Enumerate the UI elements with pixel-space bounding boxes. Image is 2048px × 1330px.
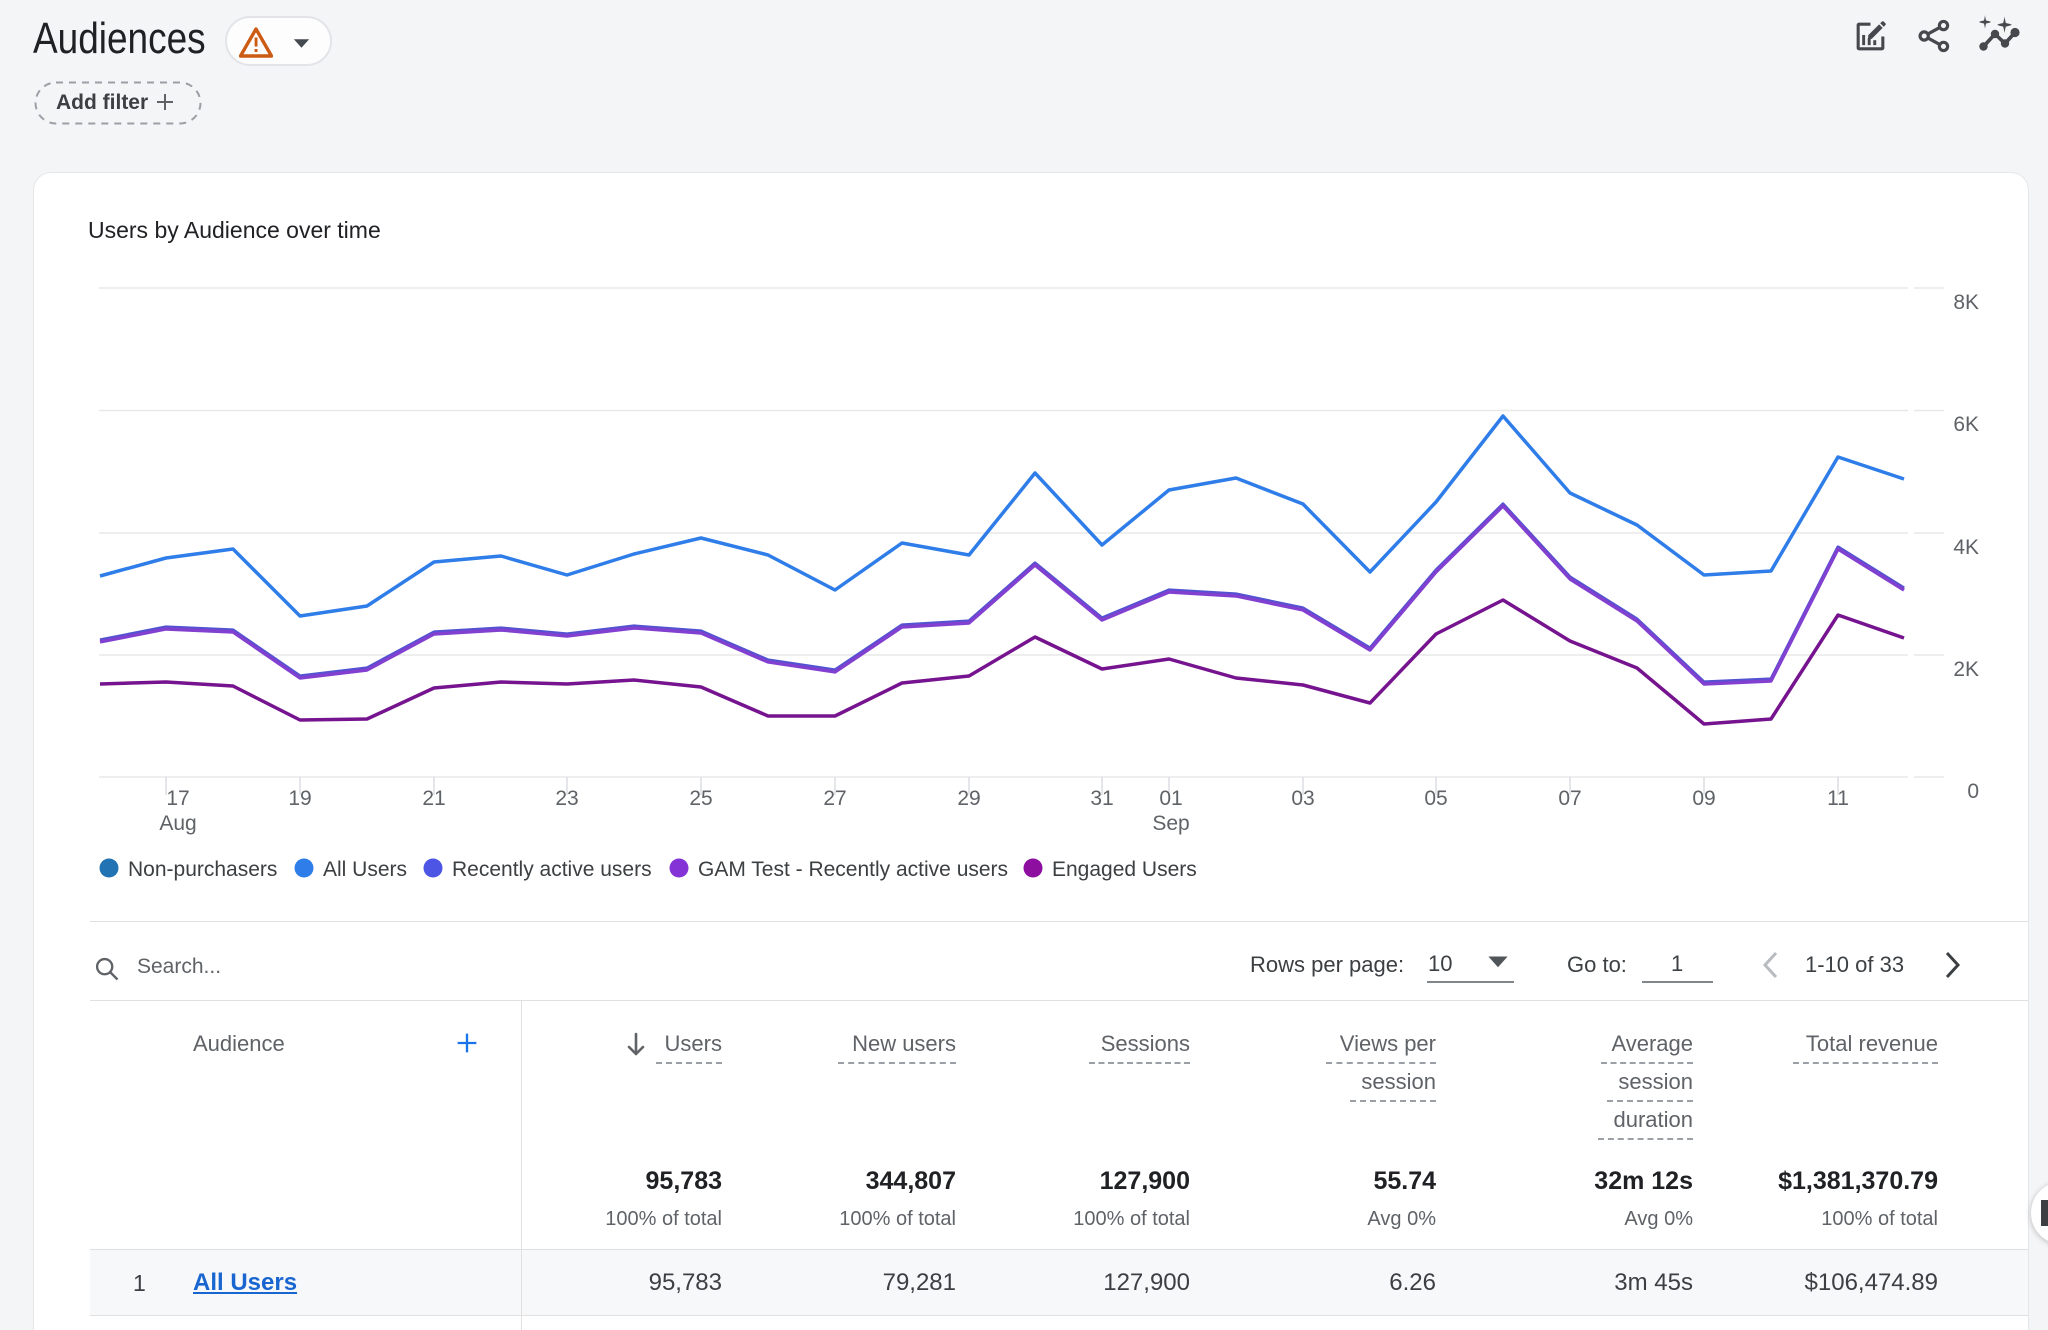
svg-text:01: 01 (1159, 787, 1182, 810)
svg-text:8K: 8K (1953, 291, 1979, 314)
svg-text:05: 05 (1424, 787, 1447, 810)
svg-text:11: 11 (1827, 787, 1849, 810)
svg-text:Sep: Sep (1152, 812, 1189, 835)
svg-text:21: 21 (422, 787, 445, 810)
svg-text:Recently active users: Recently active users (452, 858, 652, 881)
svg-text:4K: 4K (1953, 536, 1979, 559)
svg-text:All Users: All Users (323, 858, 407, 881)
svg-text:Non-purchasers: Non-purchasers (128, 858, 277, 881)
svg-text:19: 19 (288, 787, 311, 810)
svg-text:07: 07 (1558, 787, 1581, 810)
svg-text:2K: 2K (1953, 658, 1979, 681)
svg-text:17: 17 (166, 787, 189, 810)
svg-text:GAM Test - Recently active use: GAM Test - Recently active users (698, 858, 1008, 881)
svg-text:27: 27 (823, 787, 846, 810)
svg-text:09: 09 (1692, 787, 1715, 810)
svg-text:Engaged Users: Engaged Users (1052, 858, 1197, 881)
svg-text:23: 23 (555, 787, 578, 810)
svg-text:29: 29 (957, 787, 980, 810)
svg-text:Aug: Aug (159, 812, 196, 835)
svg-text:0: 0 (1967, 780, 1979, 803)
svg-text:03: 03 (1291, 787, 1314, 810)
svg-text:25: 25 (689, 787, 712, 810)
svg-text:6K: 6K (1953, 413, 1979, 436)
svg-text:31: 31 (1090, 787, 1113, 810)
